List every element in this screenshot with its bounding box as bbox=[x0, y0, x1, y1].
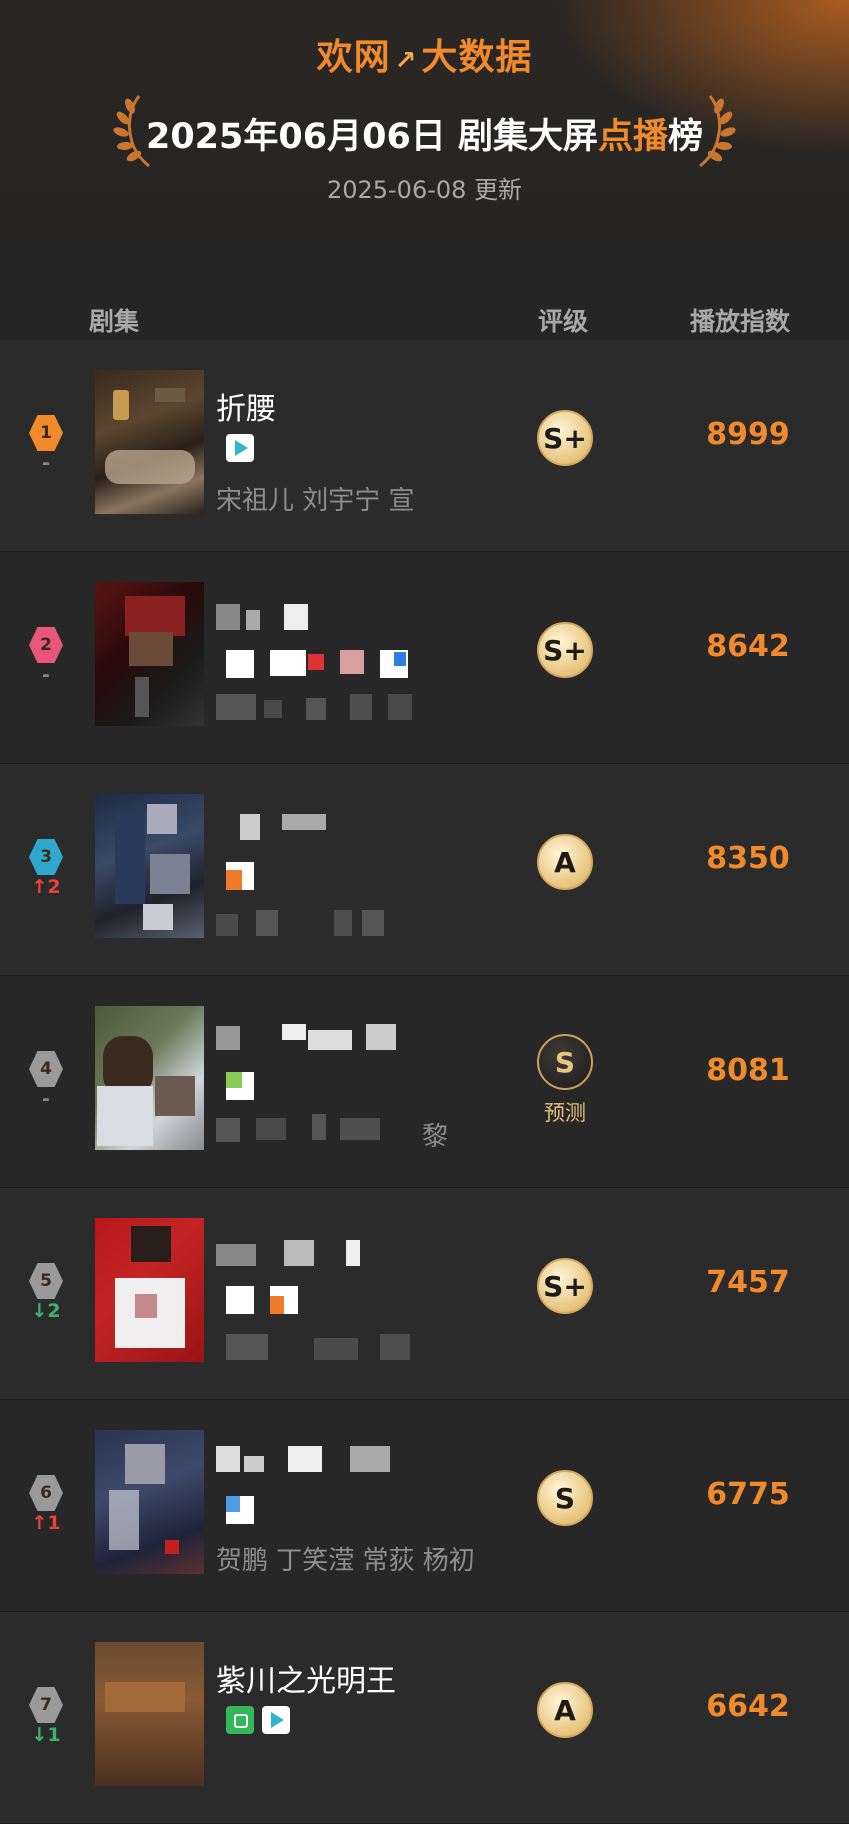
rank-change: - bbox=[42, 664, 50, 686]
ranking-row[interactable]: 3 ↑2 A 8350 bbox=[0, 764, 849, 976]
video-icon bbox=[262, 1706, 290, 1734]
ranking-list: 1 - 折腰 宋祖儿 刘宇宁 宣 S+ 8999 2 - S+ 8642 3 ↑… bbox=[0, 340, 849, 1824]
rank-change: ↓2 bbox=[31, 1300, 61, 1322]
poster-image[interactable] bbox=[95, 370, 204, 514]
column-header-series: 剧集 bbox=[89, 307, 140, 336]
video-icon bbox=[226, 434, 254, 462]
play-index: 8081 bbox=[706, 1053, 790, 1088]
platform-list bbox=[226, 434, 262, 462]
poster-image[interactable] bbox=[95, 794, 204, 938]
laurel-right-icon bbox=[699, 95, 736, 168]
play-index: 8999 bbox=[706, 417, 790, 452]
tv-icon bbox=[226, 1706, 254, 1734]
grade-badge: S bbox=[537, 1034, 593, 1090]
play-index: 6642 bbox=[706, 1689, 790, 1724]
ranking-row[interactable]: 1 - 折腰 宋祖儿 刘宇宁 宣 S+ 8999 bbox=[0, 340, 849, 552]
ranking-row[interactable]: 5 ↓2 S+ 7457 bbox=[0, 1188, 849, 1400]
rank-badge: 5 bbox=[29, 1263, 63, 1299]
rank-badge: 4 bbox=[29, 1051, 63, 1087]
rank-change: - bbox=[42, 1088, 50, 1110]
rank-badge: 3 bbox=[29, 839, 63, 875]
ranking-row[interactable]: 4 - 黎 S 预测 8081 bbox=[0, 976, 849, 1188]
poster-image[interactable] bbox=[95, 582, 204, 726]
poster-image[interactable] bbox=[95, 1430, 204, 1574]
grade-badge: A bbox=[537, 834, 593, 890]
grade-badge: S bbox=[537, 1470, 593, 1526]
ranking-row[interactable]: 6 ↑1 贺鹏 丁笑滢 常荻 杨初 S 6775 bbox=[0, 1400, 849, 1612]
grade-badge: S+ bbox=[537, 1258, 593, 1314]
poster-image[interactable] bbox=[95, 1218, 204, 1362]
cast-list: 宋祖儿 刘宇宁 宣 bbox=[216, 486, 415, 516]
ranking-row[interactable]: 2 - S+ 8642 bbox=[0, 552, 849, 764]
play-index: 8350 bbox=[706, 841, 790, 876]
poster-image[interactable] bbox=[95, 1642, 204, 1786]
rank-change: - bbox=[42, 452, 50, 474]
rank-badge: 6 bbox=[29, 1475, 63, 1511]
grade-badge: A bbox=[537, 1682, 593, 1738]
play-index: 7457 bbox=[706, 1265, 790, 1300]
poster-image[interactable] bbox=[95, 1006, 204, 1150]
series-name[interactable]: 折腰 bbox=[216, 384, 276, 428]
cast-list: 贺鹏 丁笑滢 常荻 杨初 bbox=[216, 1546, 475, 1576]
rank-badge: 1 bbox=[29, 415, 63, 451]
cast-list: 黎 bbox=[422, 1122, 449, 1152]
trend-arrow-icon: ↗ bbox=[394, 46, 418, 76]
grade-badge: S+ bbox=[537, 622, 593, 678]
rank-change: ↓1 bbox=[31, 1724, 61, 1746]
ranking-row[interactable]: 7 ↓1 紫川之光明王 A 6642 bbox=[0, 1612, 849, 1824]
update-date: 2025-06-08 更新 bbox=[326, 176, 523, 204]
rank-badge: 2 bbox=[29, 627, 63, 663]
rank-badge: 7 bbox=[29, 1687, 63, 1723]
brand-logo: 欢网 ↗ 大数据 bbox=[316, 37, 533, 78]
play-index: 6775 bbox=[706, 1477, 790, 1512]
grade-prediction-label: 预测 bbox=[544, 1101, 586, 1125]
grade-badge: S+ bbox=[537, 410, 593, 466]
play-index: 8642 bbox=[706, 629, 790, 664]
rank-change: ↑1 bbox=[31, 1512, 61, 1534]
rank-change: ↑2 bbox=[31, 876, 61, 898]
column-header-index: 播放指数 bbox=[690, 307, 791, 336]
column-header-grade: 评级 bbox=[538, 307, 589, 336]
series-name[interactable]: 紫川之光明王 bbox=[216, 1656, 396, 1700]
platform-list bbox=[226, 1706, 298, 1734]
